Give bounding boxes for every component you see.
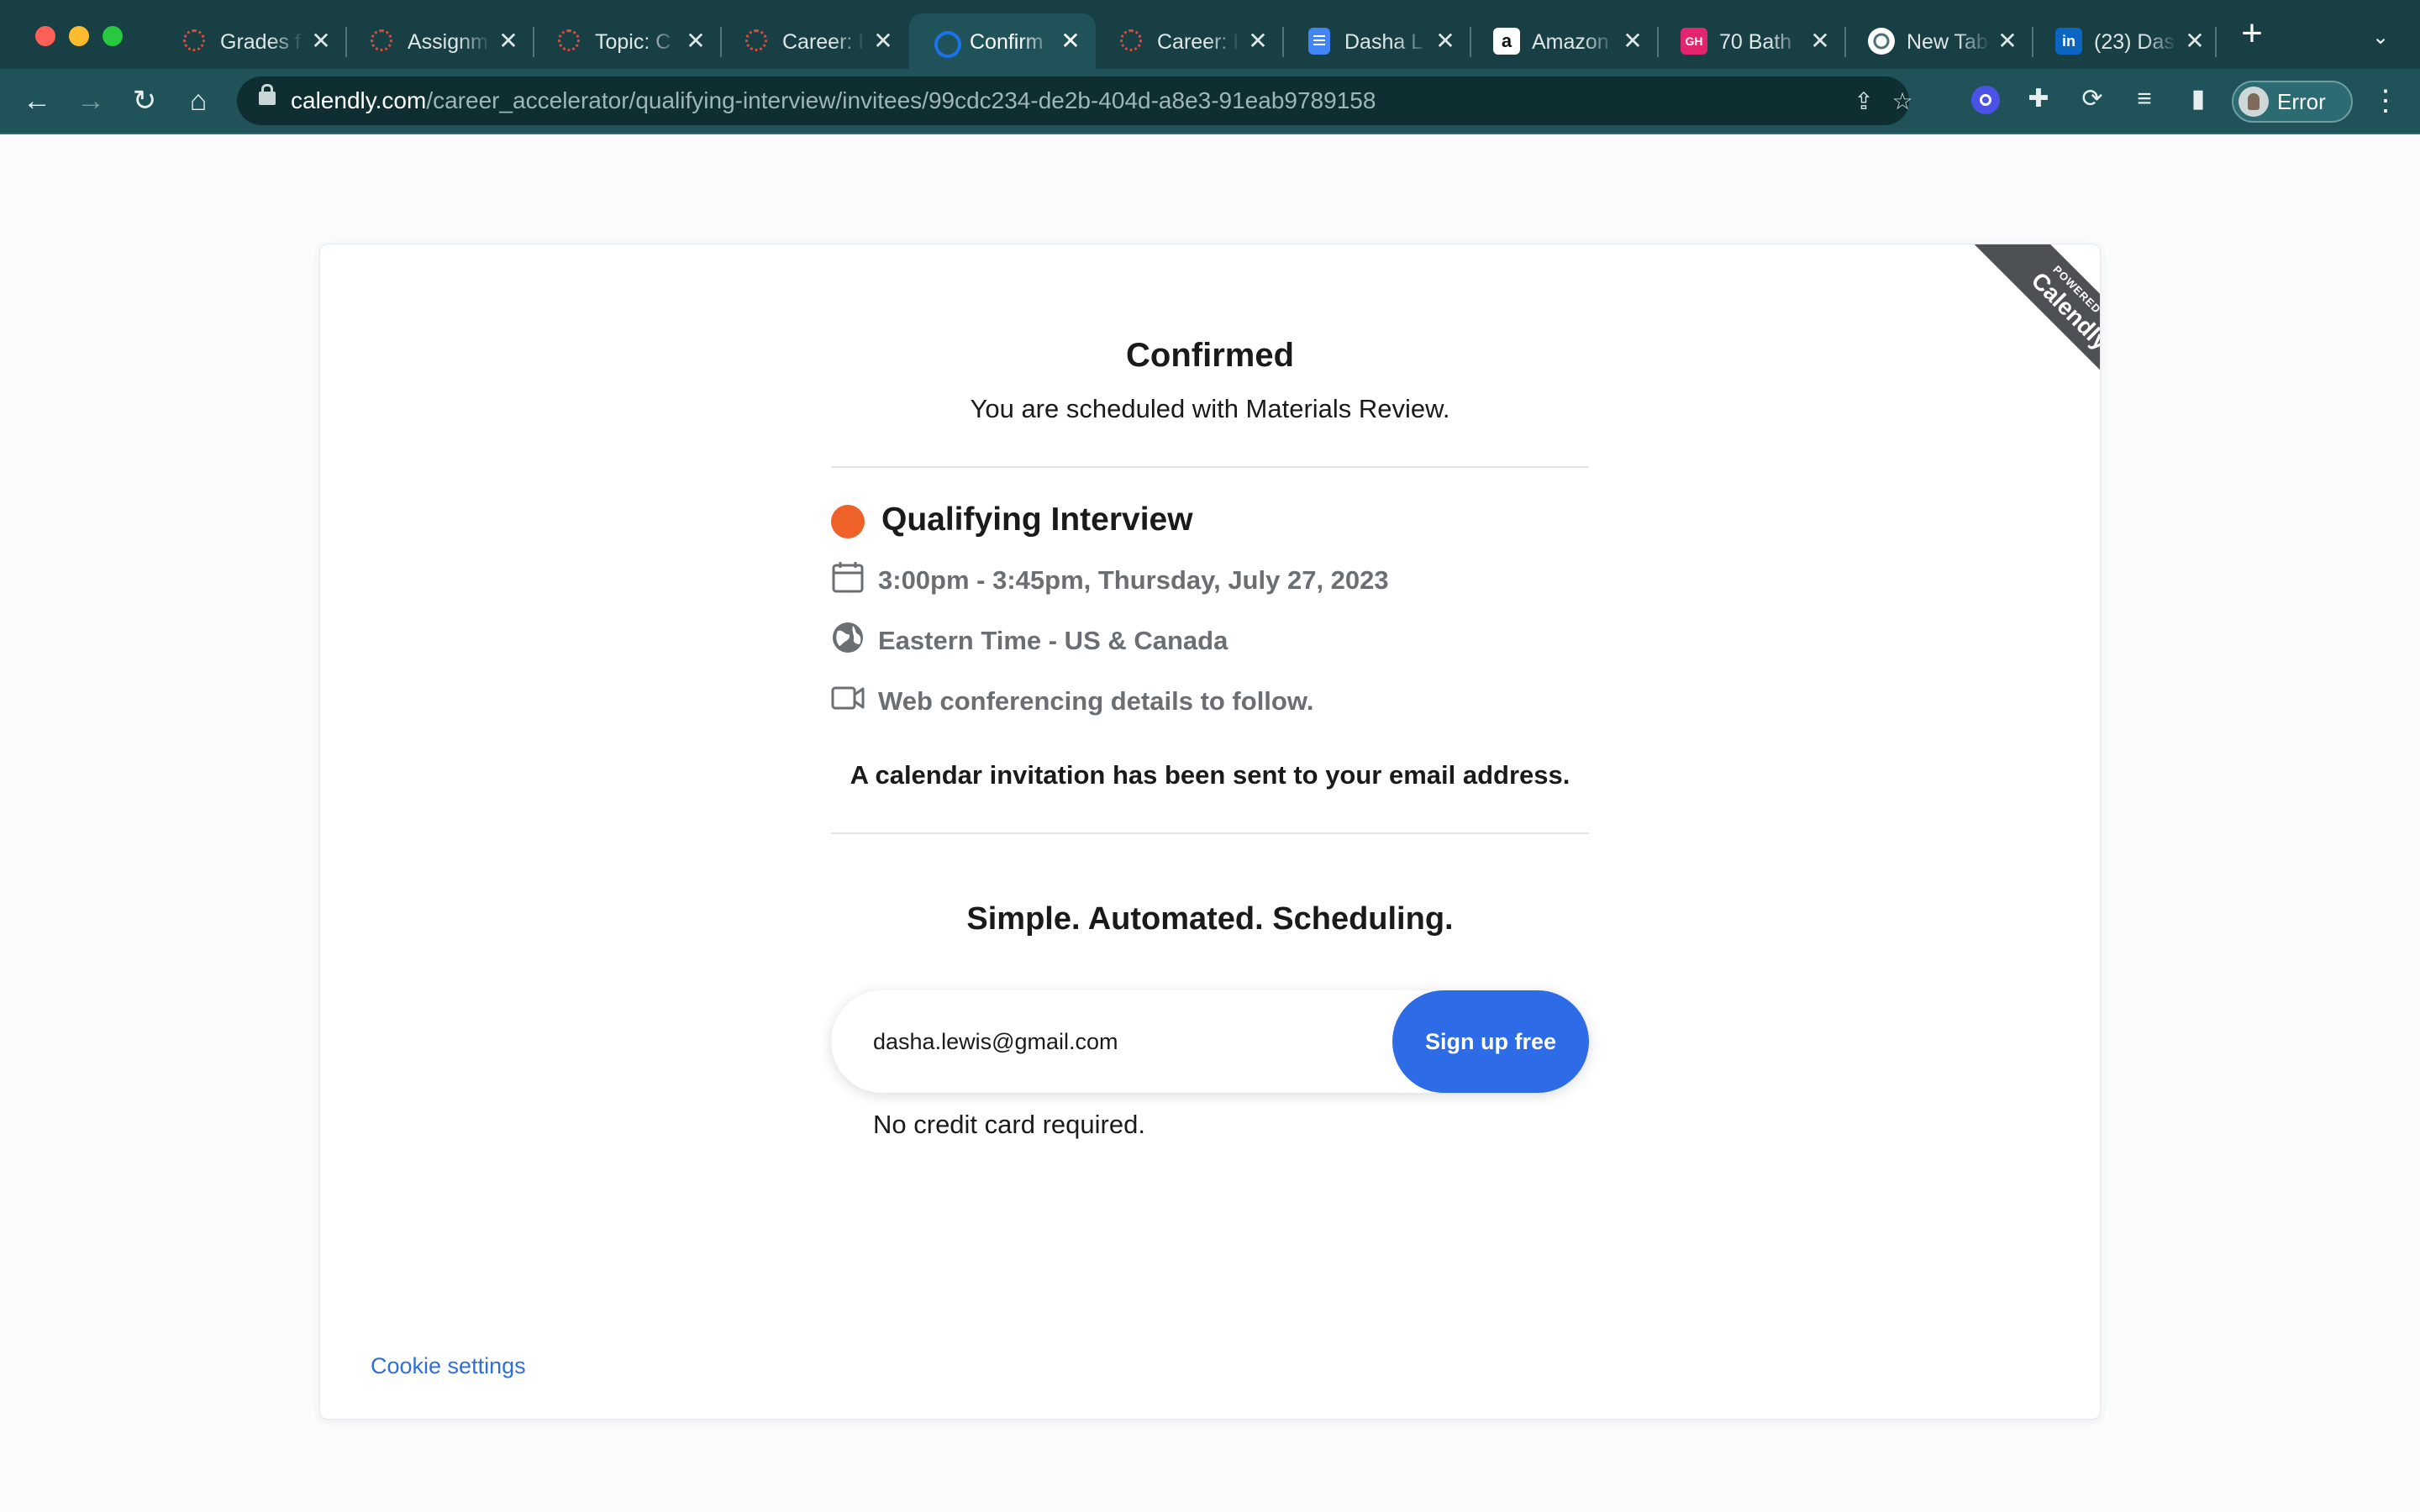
close-icon[interactable]: ✕: [682, 28, 709, 55]
close-icon[interactable]: ✕: [1244, 28, 1271, 55]
window-maximize-button[interactable]: [103, 26, 123, 46]
reading-list-icon[interactable]: ≡: [2128, 82, 2161, 116]
window-minimize-button[interactable]: [69, 26, 89, 46]
calendly-icon: [934, 31, 961, 58]
sign-up-free-button[interactable]: Sign up free: [1392, 990, 1589, 1093]
browser-toolbar: ← → ↻ ⌂ calendly.com/career_accelerator/…: [0, 69, 2420, 134]
home-icon[interactable]: ⌂: [182, 84, 215, 118]
email-field[interactable]: [873, 990, 1377, 1093]
event-location: Web conferencing details to follow.: [878, 686, 1314, 716]
canvas-icon: [182, 28, 208, 55]
tab-title: Career: I: [1157, 30, 1239, 54]
tab-linkedin[interactable]: in (23) Das ✕: [2033, 13, 2220, 69]
close-icon[interactable]: ✕: [1807, 28, 1833, 55]
tab-title: Dasha L: [1344, 30, 1423, 54]
url-text[interactable]: calendly.com/career_accelerator/qualifyi…: [291, 76, 1376, 125]
no-credit-card-note: No credit card required.: [873, 1110, 1145, 1139]
side-panel-icon[interactable]: ▮: [2181, 82, 2215, 116]
tab-confirmed[interactable]: Confirm ✕: [909, 13, 1096, 69]
profile-button[interactable]: Error: [2232, 81, 2353, 123]
tab-career-1[interactable]: Career: I ✕: [722, 13, 908, 69]
divider: [831, 466, 1589, 468]
tab-title: 70 Bath: [1719, 30, 1792, 54]
event-color-dot: [831, 505, 865, 538]
close-icon[interactable]: ✕: [1994, 28, 2021, 55]
avatar: [2238, 87, 2269, 117]
tab-amazon[interactable]: a Amazon ✕: [1471, 13, 1658, 69]
scheduled-with-text: You are scheduled with Materials Review.: [970, 394, 1450, 423]
window-close-button[interactable]: [35, 26, 55, 46]
tab-bath[interactable]: GH 70 Bath ✕: [1659, 13, 1845, 69]
lock-icon[interactable]: [259, 84, 276, 105]
forward-icon[interactable]: →: [74, 84, 108, 118]
tab-career-2[interactable]: Career: I ✕: [1097, 13, 1283, 69]
tab-dasha-doc[interactable]: Dasha L ✕: [1284, 13, 1470, 69]
canvas-icon: [1118, 28, 1145, 55]
close-icon[interactable]: ✕: [495, 28, 522, 55]
share-icon[interactable]: ⇪: [1849, 87, 1879, 117]
back-icon[interactable]: ←: [20, 84, 54, 118]
address-bar[interactable]: calendly.com/career_accelerator/qualifyi…: [237, 76, 1913, 125]
tab-title: Career: I: [782, 30, 865, 54]
page-title: Confirmed: [1126, 337, 1294, 374]
close-icon[interactable]: ✕: [1619, 28, 1646, 55]
ribbon-band: POWERED BY Calendly: [1972, 244, 2101, 409]
canvas-icon: [556, 28, 583, 55]
gh-icon: GH: [1681, 28, 1707, 55]
close-icon[interactable]: ✕: [308, 28, 334, 55]
signup-form: Sign up free: [831, 990, 1589, 1093]
close-icon[interactable]: ✕: [1057, 28, 1084, 55]
performance-icon[interactable]: ⟳: [2075, 82, 2109, 116]
divider: [831, 832, 1589, 834]
tab-title: Topic: C: [595, 30, 671, 54]
reload-icon[interactable]: ↻: [128, 84, 161, 118]
profile-status: Error: [2277, 89, 2326, 114]
event-timezone: Eastern Time - US & Canada: [878, 626, 1228, 655]
close-icon[interactable]: ✕: [1432, 28, 1459, 55]
tab-title: Confirm: [970, 30, 1044, 54]
chrome-icon: [1868, 28, 1895, 55]
ribbon-brand: Calendly: [2026, 267, 2101, 355]
event-name: Qualifying Interview: [881, 501, 1193, 538]
canvas-icon: [744, 28, 771, 55]
tab-assignments[interactable]: Assignm ✕: [347, 13, 534, 69]
calendar-icon: [832, 562, 864, 593]
globe-icon: [833, 622, 863, 653]
tab-topic[interactable]: Topic: C ✕: [534, 13, 721, 69]
close-icon[interactable]: ✕: [2181, 28, 2208, 55]
tab-grades[interactable]: Grades f ✕: [160, 13, 346, 69]
bookmark-star-icon[interactable]: ☆: [1887, 87, 1918, 117]
canvas-icon: [369, 28, 396, 55]
tab-title: (23) Das: [2094, 30, 2175, 54]
browser-tab-bar: Grades f ✕ Assignm ✕ Topic: C ✕ Career: …: [0, 0, 2420, 69]
video-camera-icon: [831, 686, 865, 710]
puzzle-icon[interactable]: ✚: [2022, 82, 2055, 116]
cookie-settings-link[interactable]: Cookie settings: [371, 1353, 526, 1379]
tab-title: New Tab: [1907, 30, 1988, 54]
more-menu-icon[interactable]: ⋮: [2371, 84, 2400, 118]
tab-title: Amazon: [1532, 30, 1609, 54]
tab-separator: [2215, 27, 2217, 57]
linkedin-icon: in: [2055, 28, 2082, 55]
google-docs-icon: [1308, 28, 1330, 55]
confirmation-card: POWERED BY Calendly Confirmed You are sc…: [319, 244, 2101, 1420]
promo-heading: Simple. Automated. Scheduling.: [966, 901, 1454, 937]
powered-by-calendly-ribbon[interactable]: POWERED BY Calendly: [1972, 244, 2100, 409]
url-host: calendly.com: [291, 87, 427, 113]
amazon-icon: a: [1493, 28, 1520, 55]
url-path: /career_accelerator/qualifying-interview…: [426, 87, 1376, 113]
tab-title: Grades f: [220, 30, 301, 54]
new-tab-button[interactable]: +: [2235, 15, 2269, 52]
event-datetime: 3:00pm - 3:45pm, Thursday, July 27, 2023: [878, 565, 1389, 595]
tab-search-icon[interactable]: ⌄: [2368, 25, 2393, 50]
close-icon[interactable]: ✕: [870, 28, 897, 55]
tab-new-tab[interactable]: New Tab ✕: [1846, 13, 2033, 69]
invitation-sent-note: A calendar invitation has been sent to y…: [850, 760, 1570, 790]
tab-title: Assignm: [408, 30, 488, 54]
extension-icon[interactable]: [1971, 86, 2000, 114]
